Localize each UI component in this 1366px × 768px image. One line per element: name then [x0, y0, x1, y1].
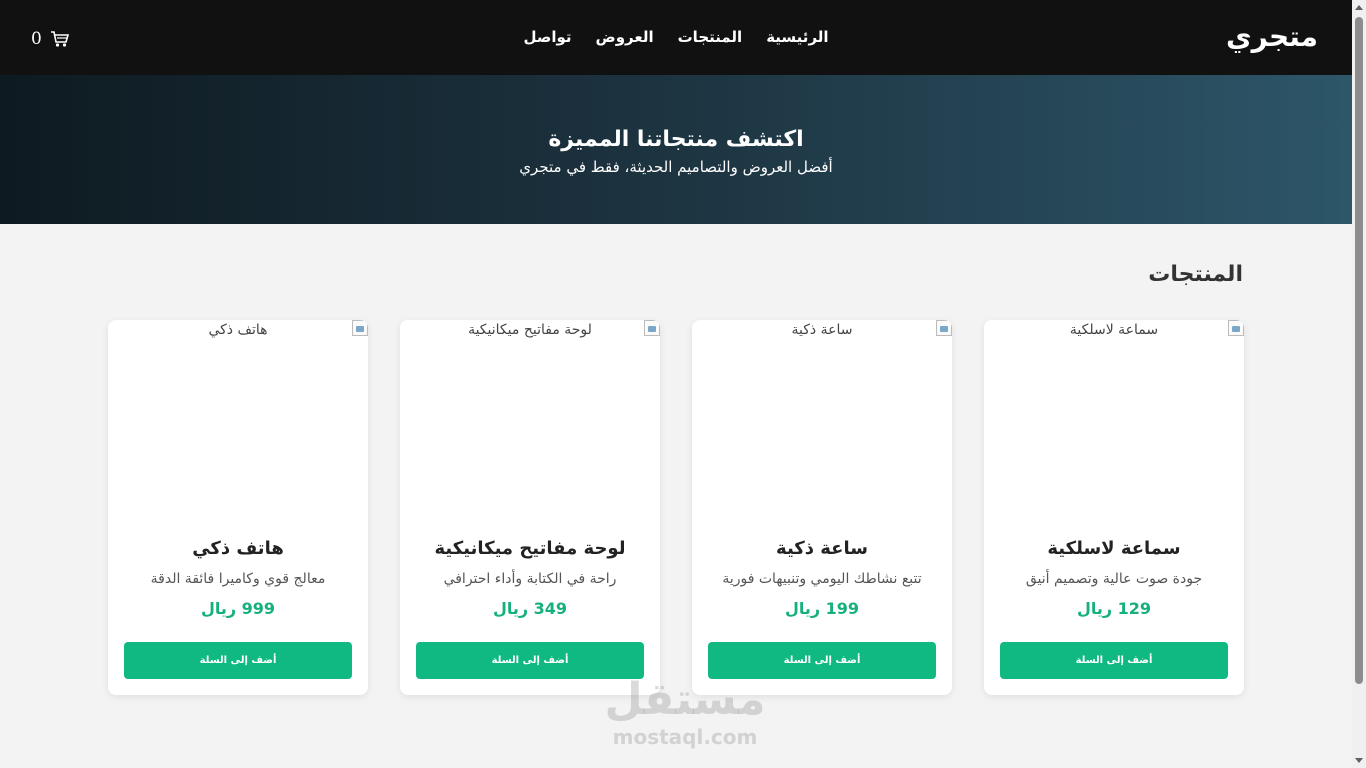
product-card: سماعة لاسلكية سماعة لاسلكية جودة صوت عال…	[984, 320, 1244, 695]
scroll-down-arrow-icon[interactable]	[1355, 758, 1363, 763]
scroll-up-arrow-icon[interactable]	[1355, 5, 1363, 10]
nav-link-products[interactable]: المنتجات	[678, 28, 743, 46]
product-price: 199 ريال	[784, 599, 860, 618]
add-to-cart-button[interactable]: أضف إلى السلة	[124, 642, 352, 679]
product-price: 129 ريال	[1076, 599, 1152, 618]
watermark-url: mostaql.com	[612, 725, 758, 749]
product-description: معالج قوي وكاميرا فائقة الدقة	[150, 571, 326, 587]
watermark: مستقل mostaql.com	[590, 676, 780, 756]
scroll-thumb[interactable]	[1355, 17, 1363, 684]
product-image-alt: ساعة ذكية	[791, 322, 853, 338]
product-description: جودة صوت عالية وتصميم أنيق	[1025, 571, 1203, 587]
product-card: لوحة مفاتيح ميكانيكية لوحة مفاتيح ميكاني…	[400, 320, 660, 695]
nav-link-offers[interactable]: العروض	[596, 28, 654, 46]
product-name: سماعة لاسلكية	[1047, 538, 1181, 559]
hero-title: اكتشف منتجاتنا المميزة	[548, 127, 804, 152]
navbar: متجري الرئيسية المنتجات العروض تواصل 0	[0, 0, 1352, 75]
section-title: المنتجات	[1148, 262, 1243, 287]
cart-count: 0	[31, 29, 42, 49]
product-image-alt: لوحة مفاتيح ميكانيكية	[468, 322, 592, 338]
product-description: راحة في الكتابة وأداء احترافي	[443, 571, 617, 587]
cart-icon	[50, 31, 69, 47]
nav-menu: الرئيسية المنتجات العروض تواصل	[0, 28, 1352, 46]
hero-banner: اكتشف منتجاتنا المميزة أفضل العروض والتص…	[0, 75, 1352, 224]
product-image: سماعة لاسلكية	[984, 320, 1244, 520]
product-image-alt: هاتف ذكي	[208, 322, 268, 338]
watermark-logo: مستقل	[604, 674, 766, 725]
product-image-alt: سماعة لاسلكية	[1069, 322, 1159, 338]
product-image: ساعة ذكية	[692, 320, 952, 520]
product-image: لوحة مفاتيح ميكانيكية	[400, 320, 660, 520]
add-to-cart-button[interactable]: أضف إلى السلة	[1000, 642, 1228, 679]
product-card: ساعة ذكية ساعة ذكية تتبع نشاطك اليومي وت…	[692, 320, 952, 695]
product-name: هاتف ذكي	[192, 538, 284, 559]
product-image: هاتف ذكي	[108, 320, 368, 520]
product-name: ساعة ذكية	[776, 538, 868, 559]
hero-subtitle: أفضل العروض والتصاميم الحديثة، فقط في مت…	[519, 158, 833, 176]
product-price: 349 ريال	[492, 599, 568, 618]
product-description: تتبع نشاطك اليومي وتنبيهات فورية	[722, 571, 922, 587]
product-card: هاتف ذكي هاتف ذكي معالج قوي وكاميرا فائق…	[108, 320, 368, 695]
nav-link-contact[interactable]: تواصل	[523, 28, 571, 46]
cart-button[interactable]: 0	[31, 29, 70, 49]
product-name: لوحة مفاتيح ميكانيكية	[434, 538, 626, 559]
product-grid: سماعة لاسلكية سماعة لاسلكية جودة صوت عال…	[108, 320, 1244, 695]
nav-link-home[interactable]: الرئيسية	[766, 28, 828, 46]
vertical-scrollbar[interactable]	[1352, 0, 1366, 768]
product-price: 999 ريال	[200, 599, 276, 618]
